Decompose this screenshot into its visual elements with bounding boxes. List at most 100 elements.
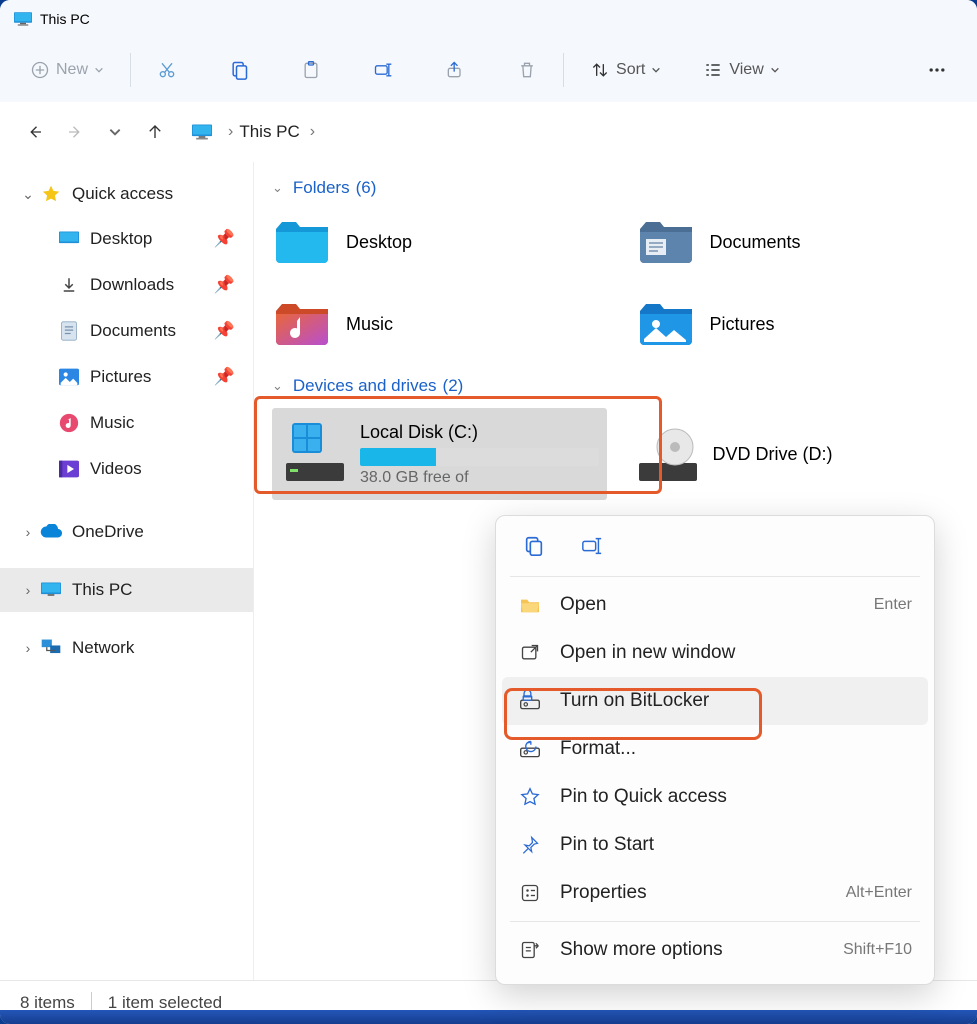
new-window-icon bbox=[518, 641, 542, 665]
chevron-down-icon bbox=[651, 65, 661, 75]
network-icon bbox=[40, 637, 62, 659]
folders-grid: Desktop Documents Music Pictures bbox=[272, 210, 959, 356]
chevron-right-icon: › bbox=[310, 123, 315, 141]
share-button[interactable] bbox=[433, 50, 477, 90]
sidebar: ⌄ Quick access Desktop 📌 Downloads 📌 Doc… bbox=[0, 162, 254, 980]
ctx-label: Show more options bbox=[560, 939, 723, 961]
chevron-right-icon: › bbox=[20, 582, 36, 598]
scissors-icon bbox=[157, 60, 177, 80]
sidebar-label: Network bbox=[72, 638, 134, 658]
cut-button[interactable] bbox=[145, 50, 189, 90]
sidebar-downloads[interactable]: Downloads 📌 bbox=[0, 262, 253, 308]
back-button[interactable] bbox=[18, 115, 52, 149]
folder-label: Music bbox=[346, 314, 393, 335]
copy-action[interactable] bbox=[520, 532, 548, 560]
forward-button[interactable] bbox=[58, 115, 92, 149]
sidebar-this-pc[interactable]: › This PC bbox=[0, 568, 253, 612]
sidebar-music[interactable]: Music bbox=[0, 400, 253, 446]
chevron-down-icon: ⌄ bbox=[272, 378, 283, 394]
drives-group-header[interactable]: ⌄ Devices and drives (2) bbox=[272, 376, 959, 396]
copy-icon bbox=[229, 60, 249, 80]
more-button[interactable] bbox=[915, 50, 959, 90]
separator bbox=[563, 53, 564, 87]
sidebar-documents[interactable]: Documents 📌 bbox=[0, 308, 253, 354]
rename-icon bbox=[581, 535, 603, 557]
folder-documents[interactable]: Documents bbox=[636, 210, 960, 274]
new-label: New bbox=[56, 61, 88, 79]
paste-button[interactable] bbox=[289, 50, 333, 90]
group-label: Folders bbox=[293, 178, 350, 198]
drive-free-text: 38.0 GB free of bbox=[360, 469, 599, 487]
drive-name: Local Disk (C:) bbox=[360, 422, 599, 443]
rename-button[interactable] bbox=[361, 50, 405, 90]
toolbar: New Sort View bbox=[0, 38, 977, 102]
sidebar-network[interactable]: › Network bbox=[0, 626, 253, 670]
sidebar-label: OneDrive bbox=[72, 522, 144, 542]
recent-button[interactable] bbox=[98, 115, 132, 149]
view-button[interactable]: View bbox=[691, 50, 791, 90]
ctx-label: Format... bbox=[560, 738, 636, 760]
up-button[interactable] bbox=[138, 115, 172, 149]
document-icon bbox=[58, 320, 80, 342]
desktop-icon bbox=[58, 228, 80, 250]
ctx-label: Turn on BitLocker bbox=[560, 690, 709, 712]
plus-circle-icon bbox=[30, 60, 50, 80]
group-count: (2) bbox=[443, 376, 464, 396]
copy-button[interactable] bbox=[217, 50, 261, 90]
folder-label: Documents bbox=[710, 232, 801, 253]
separator bbox=[510, 921, 920, 922]
more-options-icon bbox=[518, 938, 542, 962]
ctx-open[interactable]: Open Enter bbox=[502, 581, 928, 629]
lock-drive-icon bbox=[518, 689, 542, 713]
folder-music[interactable]: Music bbox=[272, 292, 596, 356]
ctx-properties[interactable]: Properties Alt+Enter bbox=[502, 869, 928, 917]
folder-pictures[interactable]: Pictures bbox=[636, 292, 960, 356]
titlebar: This PC bbox=[0, 0, 977, 38]
drive-icon bbox=[280, 419, 350, 489]
nav-row: › This PC › bbox=[0, 102, 977, 162]
taskbar bbox=[0, 1010, 977, 1024]
ctx-format[interactable]: Format... bbox=[502, 725, 928, 773]
arrow-up-icon bbox=[146, 123, 164, 141]
monitor-icon bbox=[192, 124, 212, 140]
folder-icon bbox=[636, 299, 696, 349]
sidebar-desktop[interactable]: Desktop 📌 bbox=[0, 216, 253, 262]
separator bbox=[130, 53, 131, 87]
format-icon bbox=[518, 737, 542, 761]
folder-icon bbox=[272, 217, 332, 267]
cloud-icon bbox=[40, 521, 62, 543]
capacity-fill bbox=[360, 448, 436, 466]
sort-button[interactable]: Sort bbox=[578, 50, 673, 90]
sidebar-videos[interactable]: Videos bbox=[0, 446, 253, 492]
folder-icon bbox=[272, 299, 332, 349]
ctx-shortcut: Enter bbox=[874, 596, 912, 614]
ctx-label: Open bbox=[560, 594, 606, 616]
pin-icon bbox=[518, 833, 542, 857]
folder-desktop[interactable]: Desktop bbox=[272, 210, 596, 274]
sidebar-label: Downloads bbox=[90, 275, 174, 295]
ctx-label: Open in new window bbox=[560, 642, 735, 664]
breadcrumb-this-pc[interactable]: This PC bbox=[239, 122, 299, 142]
sidebar-pictures[interactable]: Pictures 📌 bbox=[0, 354, 253, 400]
chevron-right-icon: › bbox=[20, 524, 36, 540]
pin-icon: 📌 bbox=[214, 321, 235, 341]
folders-group-header[interactable]: ⌄ Folders (6) bbox=[272, 178, 959, 198]
sidebar-onedrive[interactable]: › OneDrive bbox=[0, 510, 253, 554]
ctx-turn-on-bitlocker[interactable]: Turn on BitLocker bbox=[502, 677, 928, 725]
sidebar-label: Music bbox=[90, 413, 134, 433]
sidebar-quick-access[interactable]: ⌄ Quick access bbox=[0, 172, 253, 216]
rename-action[interactable] bbox=[578, 532, 606, 560]
new-button[interactable]: New bbox=[18, 50, 116, 90]
ctx-pin-start[interactable]: Pin to Start bbox=[502, 821, 928, 869]
sidebar-label: Pictures bbox=[90, 367, 151, 387]
address-bar[interactable]: › This PC › bbox=[192, 112, 959, 152]
drive-local-c[interactable]: Local Disk (C:) 38.0 GB free of bbox=[272, 408, 607, 500]
ctx-label: Pin to Quick access bbox=[560, 786, 727, 808]
ctx-open-new-window[interactable]: Open in new window bbox=[502, 629, 928, 677]
ctx-show-more-options[interactable]: Show more options Shift+F10 bbox=[502, 926, 928, 974]
arrow-right-icon bbox=[66, 123, 84, 141]
ctx-pin-quick-access[interactable]: Pin to Quick access bbox=[502, 773, 928, 821]
delete-button[interactable] bbox=[505, 50, 549, 90]
drive-dvd-d[interactable]: DVD Drive (D:) bbox=[625, 408, 960, 500]
music-icon bbox=[58, 412, 80, 434]
